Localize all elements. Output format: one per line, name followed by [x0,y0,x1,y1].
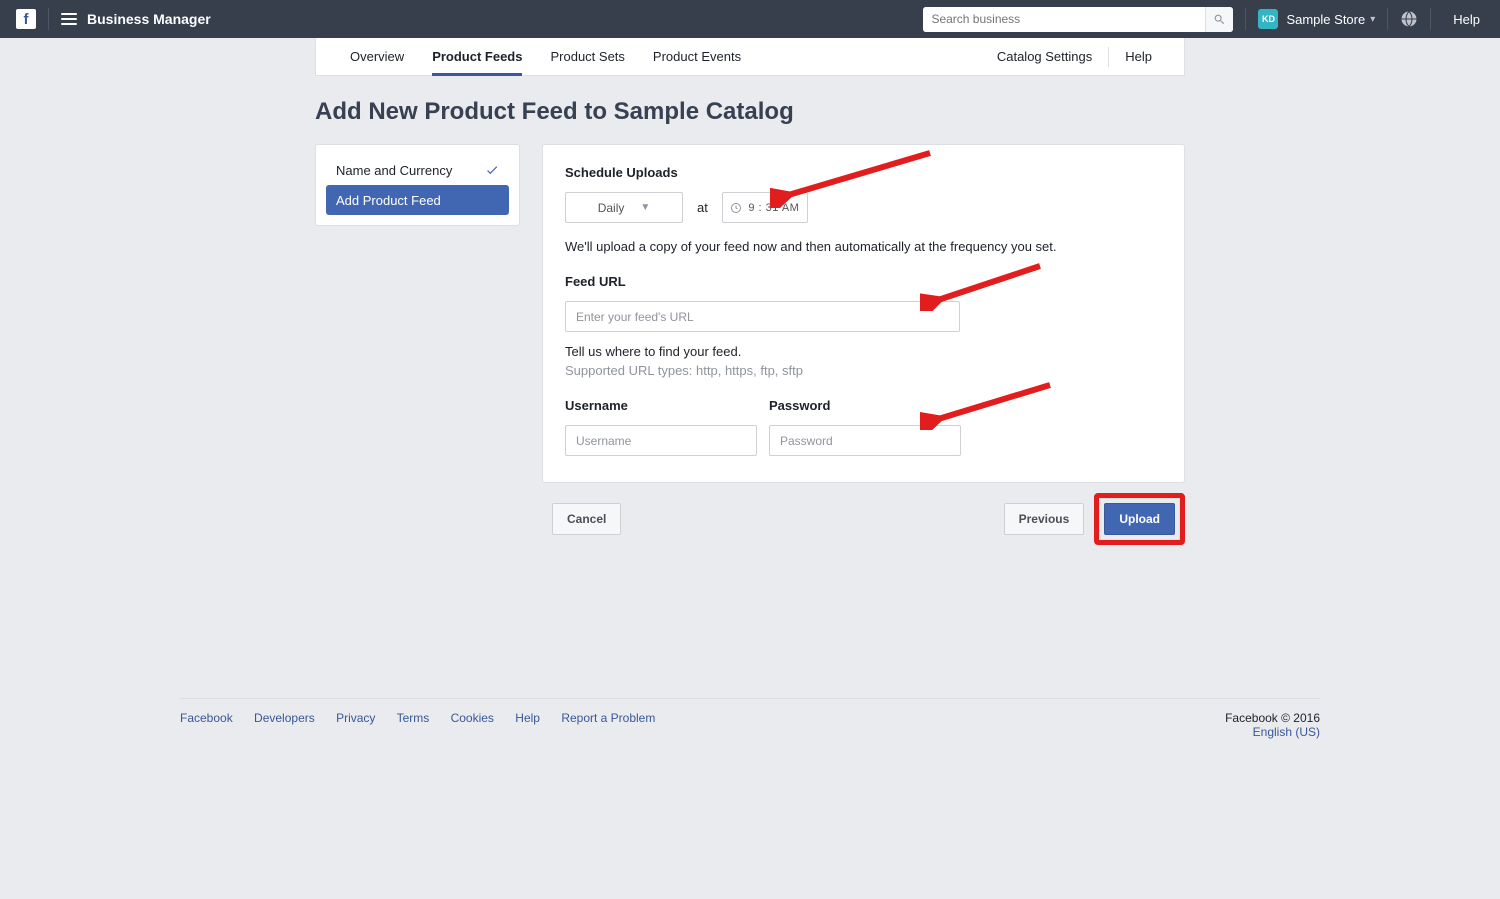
footer-link-help[interactable]: Help [515,711,540,725]
footer-link-cookies[interactable]: Cookies [451,711,494,725]
page-title: Add New Product Feed to Sample Catalog [315,98,1185,126]
footer-link-developers[interactable]: Developers [254,711,315,725]
schedule-hint: We'll upload a copy of your feed now and… [565,239,1162,254]
wizard-steps: Name and Currency Add Product Feed [315,144,520,226]
schedule-uploads-label: Schedule Uploads [565,165,1162,180]
step-add-product-feed[interactable]: Add Product Feed [326,185,509,215]
feed-url-hint: Tell us where to find your feed. [565,344,1162,359]
password-label: Password [769,398,961,413]
search-input[interactable] [923,7,1205,32]
tab-label: Overview [350,49,404,64]
tab-product-events[interactable]: Product Events [639,38,755,75]
step-name-and-currency[interactable]: Name and Currency [326,155,509,185]
button-label: Upload [1119,512,1160,526]
catalog-settings-link[interactable]: Catalog Settings [985,49,1104,64]
globe-icon[interactable] [1400,10,1418,28]
catalog-tabs: Overview Product Feeds Product Sets Prod… [315,38,1185,76]
clock-icon [730,202,742,214]
app-title[interactable]: Business Manager [87,11,211,27]
chevron-down-icon: ▼ [640,202,650,213]
facebook-logo-icon[interactable]: f [16,9,36,29]
upload-button[interactable]: Upload [1104,503,1175,535]
search-button[interactable] [1205,7,1233,32]
form-buttons: Cancel Previous Upload [552,493,1185,545]
button-label: Cancel [567,512,606,526]
tab-product-sets[interactable]: Product Sets [536,38,638,75]
button-label: Previous [1019,512,1070,526]
previous-button[interactable]: Previous [1004,503,1085,535]
at-label: at [697,200,708,215]
frequency-select[interactable]: Daily ▼ [565,192,683,223]
global-topbar: f Business Manager KD Sample Store ▾ Hel… [0,0,1500,38]
footer-link-facebook[interactable]: Facebook [180,711,233,725]
footer-link-privacy[interactable]: Privacy [336,711,375,725]
menu-icon[interactable] [61,13,77,25]
global-search [923,7,1233,32]
tab-overview[interactable]: Overview [336,38,418,75]
tab-label: Product Sets [550,49,624,64]
link-label: Help [1125,49,1152,64]
tab-label: Product Feeds [432,49,522,64]
step-label: Add Product Feed [336,193,441,208]
catalog-help-link[interactable]: Help [1113,49,1164,64]
step-label: Name and Currency [336,163,452,178]
divider [1430,8,1431,30]
tab-label: Product Events [653,49,741,64]
tab-product-feeds[interactable]: Product Feeds [418,38,536,75]
account-name: Sample Store [1286,12,1365,27]
footer-copyright: Facebook © 2016 [1225,711,1320,725]
feed-form: Schedule Uploads Daily ▼ at 9 : 31 AM We… [542,144,1185,483]
link-label: Catalog Settings [997,49,1092,64]
help-link[interactable]: Help [1453,12,1480,27]
feed-url-label: Feed URL [565,274,1162,289]
divider [48,8,49,30]
feed-url-supported-types: Supported URL types: http, https, ftp, s… [565,363,1162,378]
time-value: 9 : 31 AM [748,202,799,214]
feed-url-input[interactable] [565,301,960,332]
account-selector[interactable]: KD Sample Store ▾ [1258,9,1375,29]
time-input[interactable]: 9 : 31 AM [722,192,808,223]
footer-links: Facebook Developers Privacy Terms Cookie… [180,711,673,739]
account-badge: KD [1258,9,1278,29]
divider [1245,8,1246,30]
footer-language[interactable]: English (US) [1225,725,1320,739]
cancel-button[interactable]: Cancel [552,503,621,535]
username-input[interactable] [565,425,757,456]
check-icon [485,163,499,177]
upload-highlight-annotation: Upload [1094,493,1185,545]
footer-link-terms[interactable]: Terms [397,711,430,725]
footer-link-report[interactable]: Report a Problem [561,711,655,725]
password-input[interactable] [769,425,961,456]
chevron-down-icon: ▾ [1370,14,1375,25]
username-label: Username [565,398,757,413]
divider [1387,8,1388,30]
page-footer: Facebook Developers Privacy Terms Cookie… [180,698,1320,739]
frequency-value: Daily [598,201,625,215]
search-icon [1213,13,1226,26]
divider [1108,47,1109,67]
